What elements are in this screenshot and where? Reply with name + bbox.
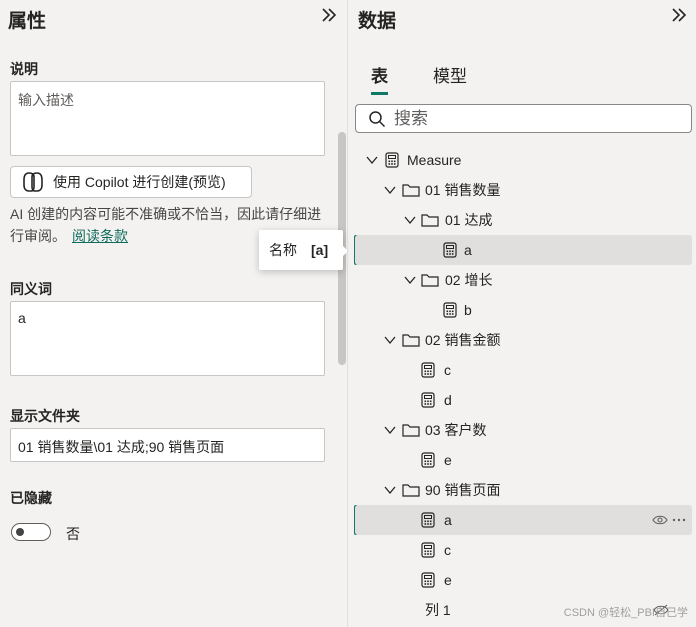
tree-item-label: 01 达成 [445, 212, 493, 228]
calculator-icon [421, 542, 435, 558]
chevron-down-icon[interactable] [383, 183, 397, 197]
tree-item-label: e [444, 452, 452, 468]
tree-item-label: b [464, 302, 472, 318]
search-input[interactable] [394, 108, 674, 129]
tree-item-measure[interactable]: e [355, 565, 692, 595]
terms-link[interactable]: 阅读条款 [72, 228, 128, 244]
tree-item-folder[interactable]: 01 销售数量 [355, 175, 692, 205]
search-icon [369, 110, 386, 127]
synonyms-field[interactable]: a [10, 301, 325, 376]
search-box[interactable] [355, 104, 692, 133]
copilot-button-label: 使用 Copilot 进行创建(预览) [53, 174, 226, 190]
chevron-down-icon[interactable] [403, 213, 417, 227]
tree-item-folder[interactable]: 90 销售页面 [355, 475, 692, 505]
tree-item-label: 02 增长 [445, 272, 493, 288]
calculator-icon [421, 362, 435, 378]
hidden-toggle[interactable] [11, 523, 51, 541]
tree-item-folder[interactable]: 02 增长 [355, 265, 692, 295]
copilot-icon [23, 172, 43, 192]
collapse-data-icon[interactable] [670, 6, 688, 29]
tree-item-folder[interactable]: 02 销售金额 [355, 325, 692, 355]
folder-icon [402, 484, 420, 497]
tooltip-key: 名称 [269, 242, 297, 258]
folder-icon [402, 184, 420, 197]
tree-item-folder[interactable]: 03 客户数 [355, 415, 692, 445]
tree-item-measure[interactable]: d [355, 385, 692, 415]
name-tooltip: 名称 [a] [259, 230, 343, 270]
folder-icon [402, 334, 420, 347]
chevron-down-icon[interactable] [383, 333, 397, 347]
tree-item-table[interactable]: Measure [355, 145, 692, 175]
table-icon [385, 152, 399, 168]
properties-title: 属性 [8, 11, 47, 32]
tree-item-label: 列 1 [425, 602, 451, 618]
calculator-icon [421, 512, 435, 528]
calculator-icon [421, 572, 435, 588]
tree-item-measure[interactable]: e [355, 445, 692, 475]
folder-icon [421, 214, 439, 227]
tree-item-label: 02 销售金额 [425, 332, 501, 348]
pane-divider [347, 0, 348, 627]
tree-item-label: a [464, 242, 472, 258]
tooltip-value: [a] [311, 242, 329, 258]
tree-item-measure[interactable]: a [355, 235, 692, 265]
tab-tables[interactable]: 表 [371, 62, 388, 87]
collapse-properties-icon[interactable] [320, 6, 338, 29]
calculator-icon [421, 392, 435, 408]
calculator-icon [443, 302, 457, 318]
eye-icon[interactable] [652, 514, 668, 526]
chevron-down-icon[interactable] [383, 423, 397, 437]
tree-item-measure[interactable]: b [355, 295, 692, 325]
active-tab-indicator [371, 92, 388, 95]
display-folder-field[interactable]: 01 销售数量\01 达成;90 销售页面 [10, 428, 325, 462]
synonyms-label: 同义词 [10, 281, 52, 297]
folder-icon [421, 274, 439, 287]
chevron-down-icon[interactable] [403, 273, 417, 287]
chevron-down-icon[interactable] [365, 153, 379, 167]
tree-item-measure[interactable]: c [355, 355, 692, 385]
tree-item-label: e [444, 572, 452, 588]
hidden-value: 否 [66, 526, 80, 542]
description-label: 说明 [10, 61, 38, 77]
tree-item-label: 90 销售页面 [425, 482, 501, 498]
calculator-icon [443, 242, 457, 258]
data-title: 数据 [358, 11, 397, 32]
row-actions [652, 514, 686, 526]
tree-item-label: c [444, 542, 451, 558]
tree-item-measure[interactable]: c [355, 535, 692, 565]
display-folder-label: 显示文件夹 [10, 408, 80, 424]
watermark: CSDN @轻松_PBI自己学 [563, 607, 688, 619]
copilot-button[interactable]: 使用 Copilot 进行创建(预览) [10, 166, 252, 198]
tree-item-label: 03 客户数 [425, 422, 487, 438]
more-icon[interactable] [672, 518, 686, 522]
tab-model[interactable]: 模型 [433, 62, 467, 87]
tree-item-label: a [444, 512, 452, 528]
folder-icon [402, 424, 420, 437]
toggle-knob [16, 528, 24, 536]
description-field[interactable]: 输入描述 [10, 81, 325, 156]
tree-item-label: d [444, 392, 452, 408]
chevron-down-icon[interactable] [383, 483, 397, 497]
tree-item-label: c [444, 362, 451, 378]
calculator-icon [421, 452, 435, 468]
tree-item-measure[interactable]: a [355, 505, 692, 535]
tree-item-label: Measure [407, 152, 462, 168]
tree-item-label: 01 销售数量 [425, 182, 501, 198]
tree-item-folder[interactable]: 01 达成 [355, 205, 692, 235]
hidden-label: 已隐藏 [10, 490, 52, 506]
